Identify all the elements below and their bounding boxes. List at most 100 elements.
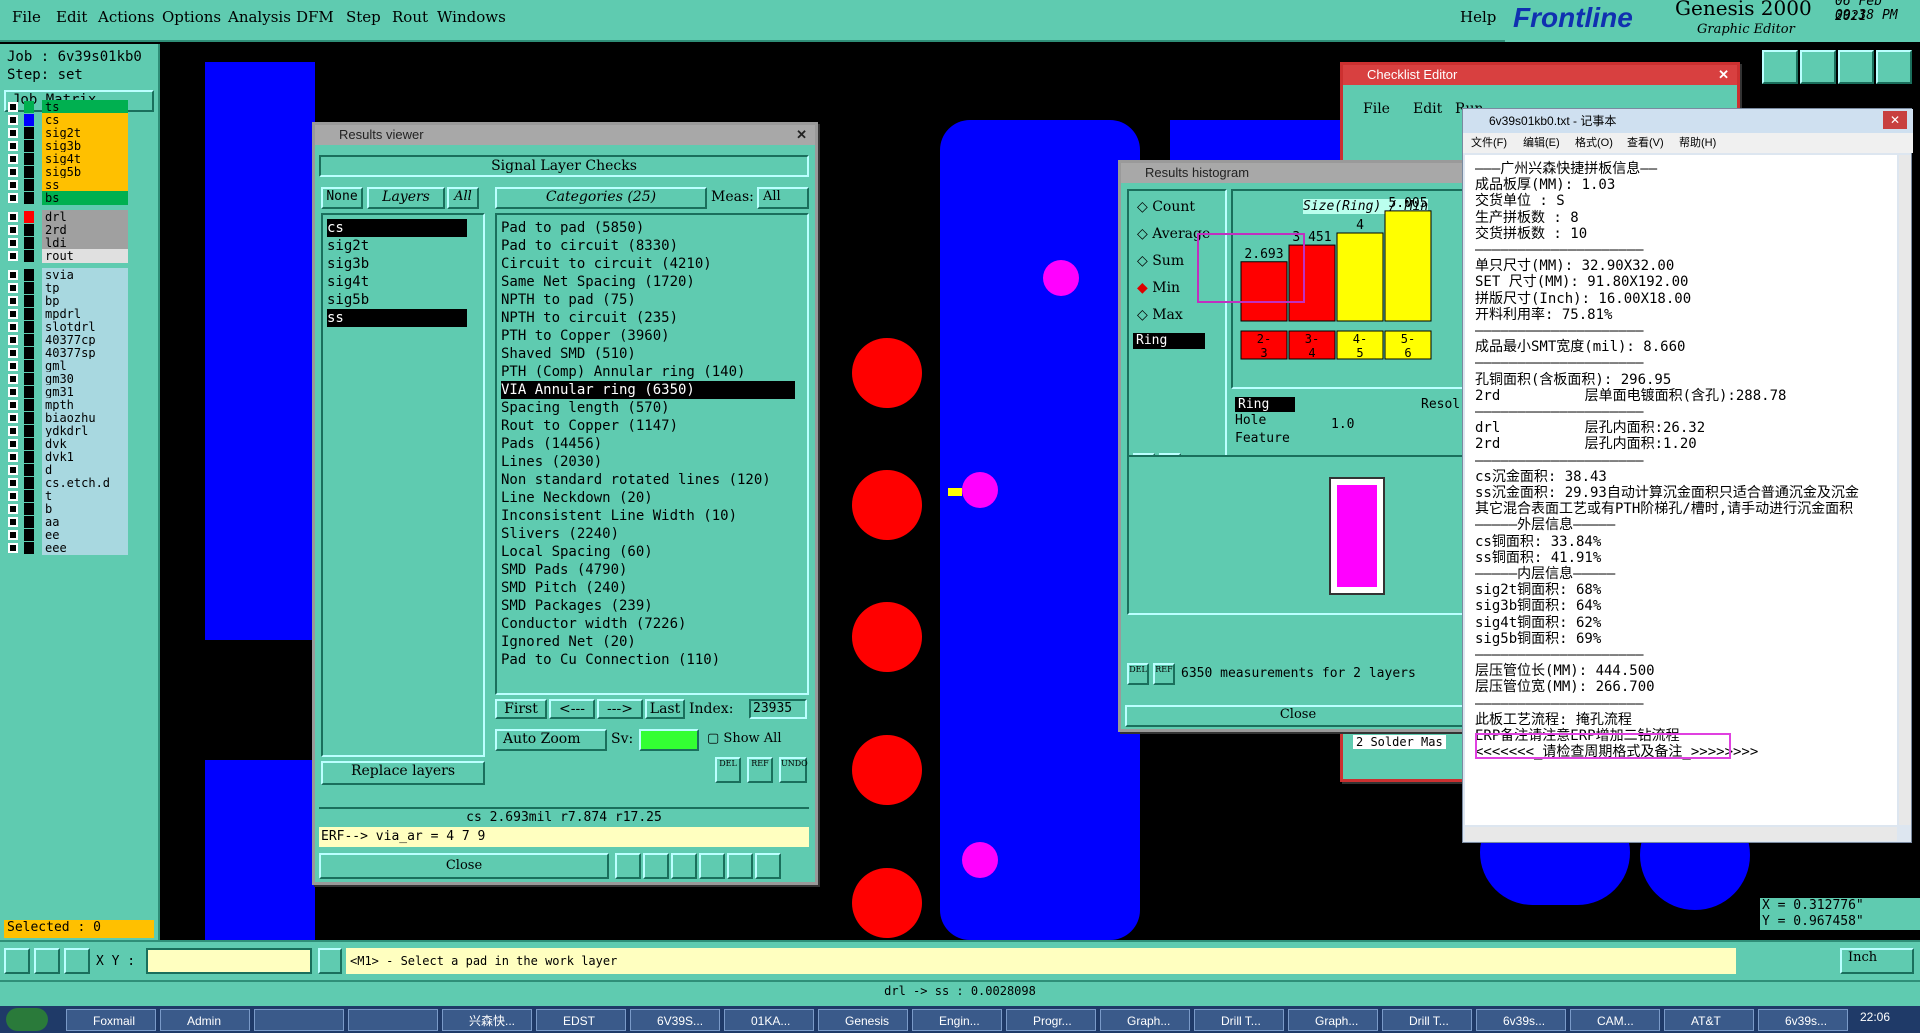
layer-checkbox[interactable] [8,335,18,345]
scrollbar[interactable] [1899,155,1911,825]
none-button[interactable]: None [321,187,363,209]
notepad-menu-item[interactable]: 帮助(H) [1679,133,1716,153]
layer-row[interactable]: ydkdrl [6,424,128,438]
menu-options[interactable]: Options [162,8,221,26]
layer-checkbox[interactable] [8,452,18,462]
layer-row[interactable]: sig2t [6,126,128,140]
layer-row[interactable]: cs [6,113,128,127]
layer-checkbox[interactable] [8,283,18,293]
tool-icon[interactable] [727,853,753,879]
histogram-bar[interactable] [1384,210,1432,322]
category-list-item[interactable]: Slivers (2240) [501,525,795,543]
taskbar-item[interactable]: Graph... [1100,1009,1190,1031]
layer-checkbox[interactable] [8,478,18,488]
units-select[interactable]: Inch [1840,948,1914,974]
show-all-toggle[interactable]: ▢ Show All [707,731,782,746]
chart-icon[interactable] [755,853,781,879]
checklist-menu-edit[interactable]: Edit [1413,101,1442,117]
via-pad[interactable] [962,472,998,508]
taskbar-item[interactable] [254,1009,344,1031]
layer-row[interactable]: sig5b [6,165,128,179]
tool-icon[interactable] [1800,50,1836,84]
tool-icon[interactable] [671,853,697,879]
tool-icon[interactable] [1838,50,1874,84]
layer-checkbox[interactable] [8,102,18,112]
category-list-item[interactable]: Ignored Net (20) [501,633,795,651]
layer-row[interactable]: t [6,489,128,503]
category-list-item[interactable]: PTH to Copper (3960) [501,327,795,345]
del-button[interactable]: DEL [715,757,741,783]
ring-option[interactable]: Ring [1133,333,1205,349]
layer-row[interactable]: dvk [6,437,128,451]
stat-sum[interactable]: ◇ Sum [1137,253,1184,269]
menu-dfm[interactable]: DFM [296,8,334,26]
layer-checkbox[interactable] [8,212,18,222]
tool-icon[interactable] [318,948,342,974]
xy-input[interactable] [146,948,312,974]
layer-checkbox[interactable] [8,439,18,449]
layer-row[interactable]: sig3b [6,139,128,153]
layer-checkbox[interactable] [8,193,18,203]
layer-checkbox[interactable] [8,400,18,410]
category-list-item[interactable]: Spacing length (570) [501,399,795,417]
category-list-item[interactable]: SMD Pitch (240) [501,579,795,597]
layer-row[interactable]: mpth [6,398,128,412]
layer-checkbox[interactable] [8,348,18,358]
layer-row[interactable]: tp [6,281,128,295]
layer-row[interactable]: gm30 [6,372,128,386]
layer-list-item[interactable]: cs [327,219,467,237]
tool-icon[interactable] [4,948,30,974]
layer-checkbox[interactable] [8,115,18,125]
taskbar-item[interactable]: Engin... [912,1009,1002,1031]
taskbar-item[interactable]: Drill T... [1194,1009,1284,1031]
layer-checkbox[interactable] [8,225,18,235]
layer-checkbox[interactable] [8,387,18,397]
category-listbox[interactable]: Pad to pad (5850) Pad to circuit (8330) Ci… [495,213,809,695]
last-button[interactable]: Last [645,699,685,719]
category-list-item[interactable]: NPTH to circuit (235) [501,309,795,327]
via-pad[interactable] [962,842,998,878]
tool-icon[interactable] [699,853,725,879]
auto-zoom-select[interactable]: Auto Zoom [495,729,607,751]
menu-step[interactable]: Step [346,8,381,26]
taskbar-item[interactable]: Graph... [1288,1009,1378,1031]
layer-checkbox[interactable] [8,543,18,553]
h-scrollbar[interactable] [1465,827,1897,841]
checklist-menu-file[interactable]: File [1363,101,1390,117]
layer-row[interactable]: 2rd [6,223,128,237]
notepad-menu-item[interactable]: 格式(O) [1575,133,1613,153]
category-list-item[interactable]: Shaved SMD (510) [501,345,795,363]
tool-icon[interactable] [1762,50,1798,84]
layer-list-item[interactable]: sig5b [327,291,467,309]
layer-checkbox[interactable] [8,413,18,423]
layer-list-item[interactable]: ss [327,309,467,327]
layer-row[interactable]: gml [6,359,128,373]
layer-row[interactable]: ldi [6,236,128,250]
taskbar-item[interactable]: EDST [536,1009,626,1031]
layer-row[interactable]: ss [6,178,128,192]
meas-select[interactable]: All [757,187,809,209]
category-list-item[interactable]: Same Net Spacing (1720) [501,273,795,291]
menu-edit[interactable]: Edit [56,8,87,26]
layer-checkbox[interactable] [8,322,18,332]
hist-close-button[interactable]: Close [1125,705,1471,727]
taskbar-item[interactable]: 6V39S... [630,1009,720,1031]
menu-windows[interactable]: Windows [437,8,506,26]
layer-row[interactable]: rout [6,249,128,263]
menu-analysis[interactable]: Analysis [228,8,291,26]
ring-type-option[interactable]: Ring [1235,397,1295,412]
layer-row[interactable]: ee [6,528,128,542]
grid-icon[interactable] [64,948,90,974]
ref-button[interactable]: REF [747,757,773,783]
feature-type-option[interactable]: Feature [1235,431,1290,446]
layer-row[interactable]: b [6,502,128,516]
taskbar-item[interactable]: Progr... [1006,1009,1096,1031]
all-layers-button[interactable]: All [447,187,479,209]
layer-checkbox[interactable] [8,180,18,190]
undo-button[interactable]: UNDO [779,757,808,783]
close-icon[interactable]: ✕ [1883,111,1907,129]
category-list-item[interactable]: SMD Packages (239) [501,597,795,615]
layer-checkbox[interactable] [8,530,18,540]
prev-button[interactable]: <--- [549,699,595,719]
layer-listbox[interactable]: cs sig2t sig3b sig4t sig5b ss [321,213,485,757]
